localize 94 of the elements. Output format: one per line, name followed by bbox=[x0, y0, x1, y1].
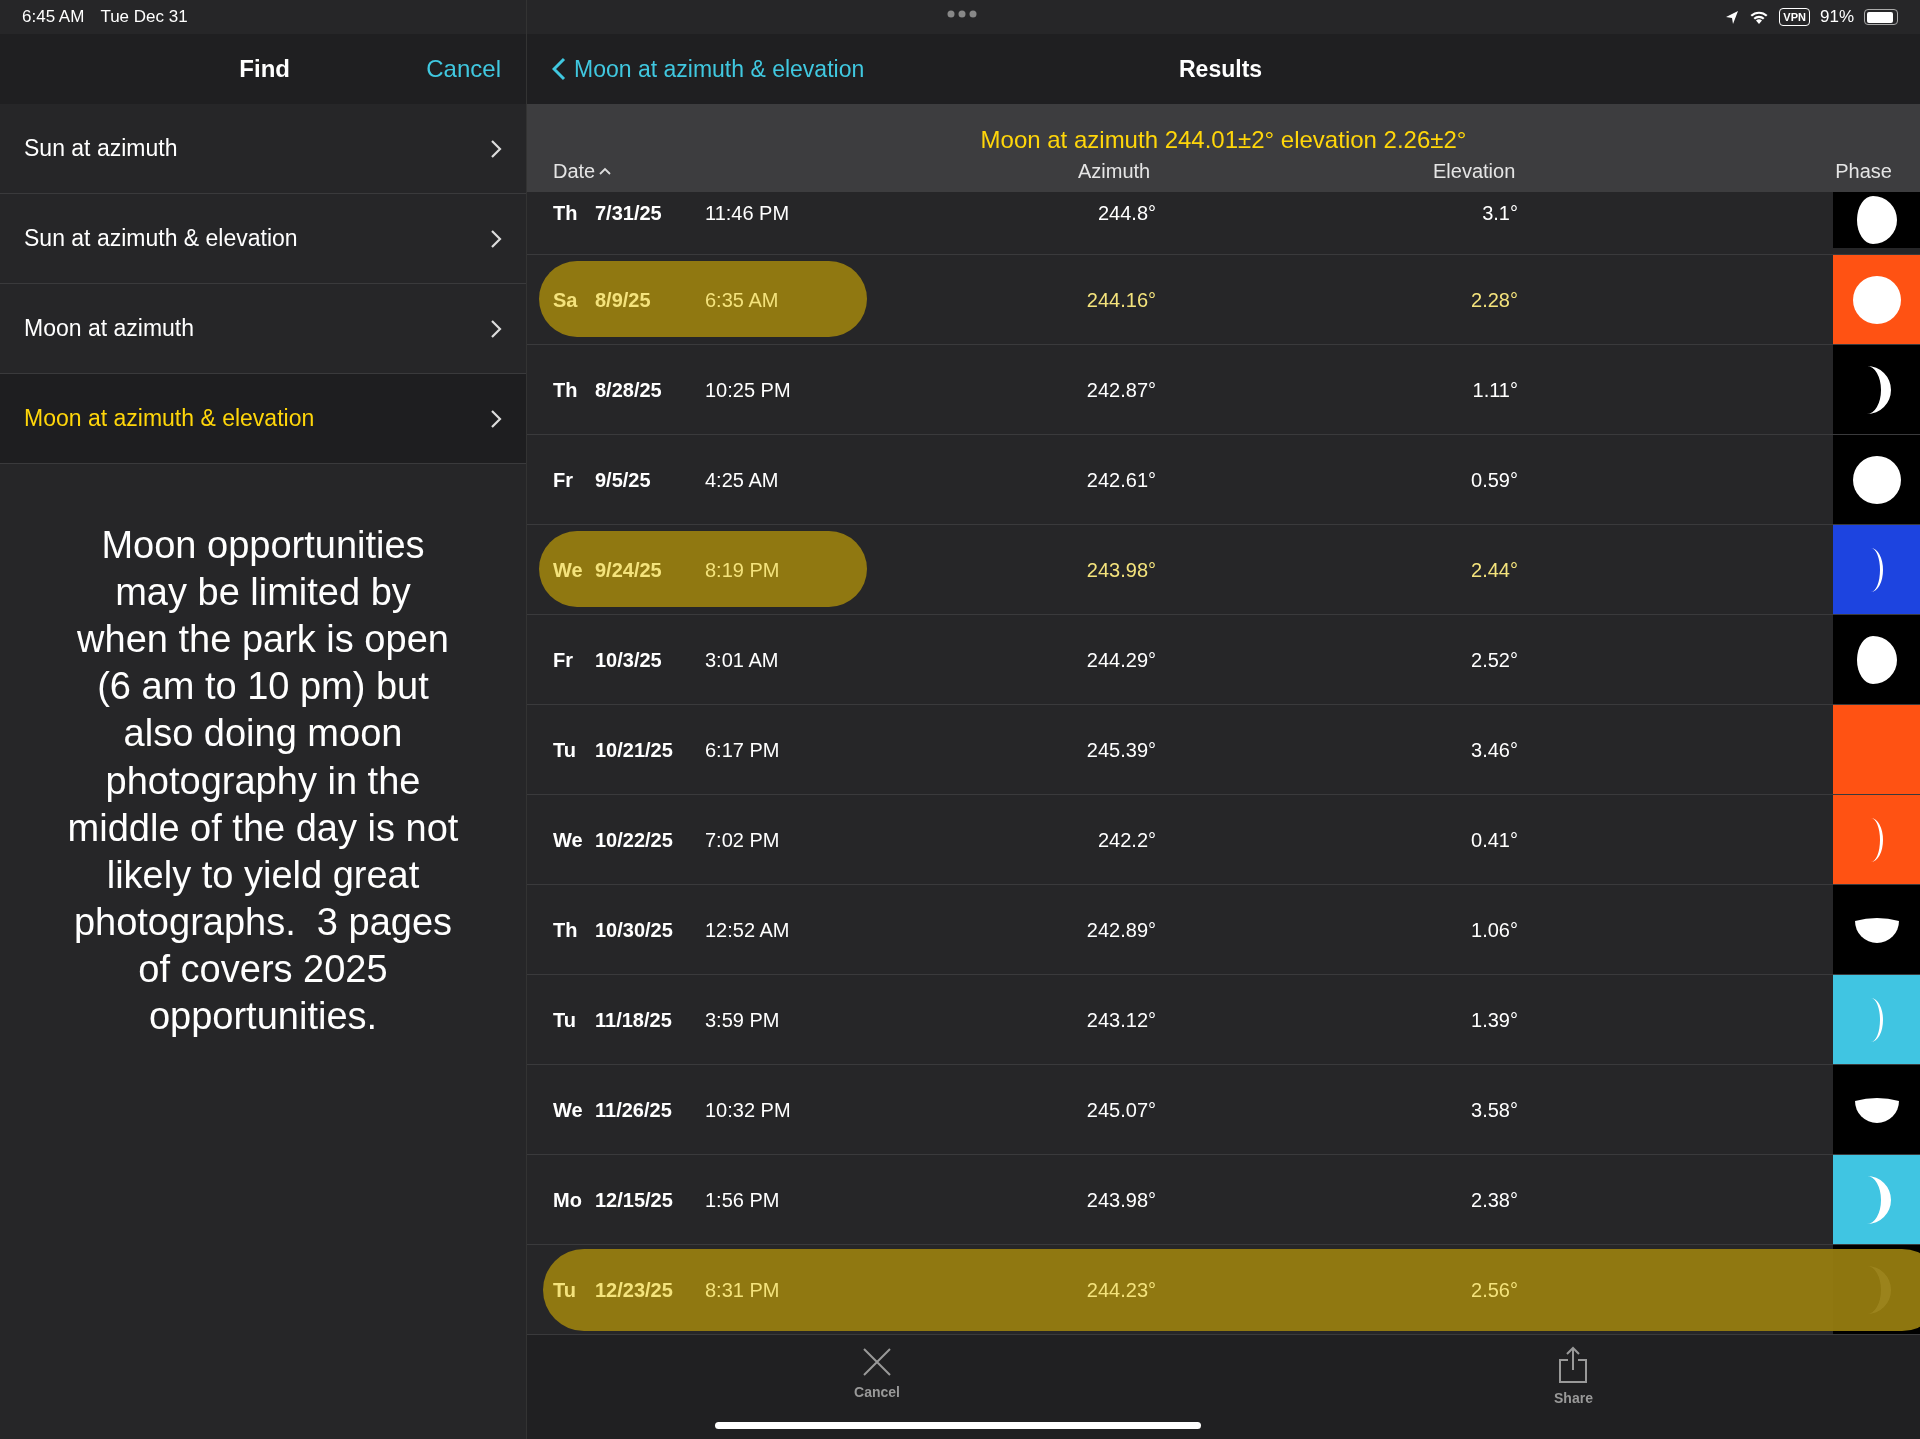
elevation-cell-text: 2.44° bbox=[1470, 557, 1518, 583]
elevation-cell-text: 3.58° bbox=[1470, 1097, 1518, 1123]
back-button[interactable]: Moon at azimuth & elevation bbox=[551, 50, 866, 88]
elevation-cell-text: 3.1° bbox=[1481, 201, 1518, 226]
share-button[interactable]: Share bbox=[1548, 1345, 1599, 1410]
azimuth-cell-text: 242.61° bbox=[1085, 467, 1156, 493]
elevation-cell-text: 0.59° bbox=[1470, 467, 1518, 493]
cancel-button[interactable]: Cancel bbox=[848, 1345, 906, 1404]
status-time: 6:45 AM bbox=[22, 6, 85, 29]
date-cell-text: 8/9/25 bbox=[595, 287, 652, 313]
azimuth-cell-text: 245.39° bbox=[1085, 737, 1156, 763]
time-cell-text: 4:25 AM bbox=[705, 467, 780, 493]
chevron-right-icon bbox=[490, 318, 502, 339]
date-cell-text: 12/15/25 bbox=[595, 1187, 674, 1213]
elevation-column-header[interactable]: Elevation bbox=[1433, 156, 1516, 186]
time-cell-text: 7:02 PM bbox=[705, 827, 781, 853]
back-chevron-icon bbox=[552, 57, 566, 81]
note-text: Moon opportunities may be limited by when the park is open (6 am to 10 pm) but also doing moon photography in the middle of the day is not likely to yield great photographs. 3 pages of covers 2025 opportunities. bbox=[66, 523, 460, 1040]
sidebar-title: Find bbox=[238, 54, 291, 84]
cancel-button[interactable]: Cancel bbox=[425, 50, 502, 88]
share-icon bbox=[1557, 1346, 1590, 1384]
azimuth-cell-text: 242.89° bbox=[1085, 917, 1156, 943]
azimuth-cell-text: 244.16° bbox=[1085, 287, 1156, 313]
date-cell-text: 9/5/25 bbox=[595, 467, 652, 493]
date-column-header[interactable]: Date bbox=[553, 156, 612, 186]
time-cell-text: 12:52 AM bbox=[705, 917, 791, 943]
azimuth-column-header[interactable]: Azimuth bbox=[1078, 156, 1151, 186]
weekday-cell-text: We bbox=[553, 1097, 584, 1123]
chevron-right-icon bbox=[490, 228, 502, 249]
weekday-cell-text: Mo bbox=[553, 1187, 583, 1213]
battery-icon bbox=[1864, 9, 1898, 25]
sort-up-icon bbox=[599, 167, 612, 175]
weekday-cell-text: Tu bbox=[553, 1277, 577, 1303]
elevation-cell-text: 2.56° bbox=[1470, 1277, 1518, 1303]
time-cell-text: 1:56 PM bbox=[705, 1187, 781, 1213]
elevation-cell-text: 1.11° bbox=[1471, 377, 1518, 403]
date-cell-text: 7/31/25 bbox=[595, 201, 663, 226]
elevation-cell-text: 0.41° bbox=[1470, 827, 1518, 853]
elevation-cell-text: 2.38° bbox=[1470, 1187, 1518, 1213]
date-cell-text: 10/3/25 bbox=[595, 647, 663, 673]
close-icon bbox=[861, 1346, 893, 1378]
weekday-cell-text: We bbox=[553, 557, 584, 583]
query-summary: Moon at azimuth 244.01±2° elevation 2.26±2° bbox=[980, 126, 1467, 153]
azimuth-cell-text: 242.87° bbox=[1085, 377, 1156, 403]
date-cell-text: 10/21/25 bbox=[595, 737, 674, 763]
time-cell-text: 3:01 AM bbox=[705, 647, 780, 673]
elevation-cell-text: 2.52° bbox=[1470, 647, 1518, 673]
weekday-cell-text: Tu bbox=[553, 737, 577, 763]
phase-column-header[interactable]: Phase bbox=[1835, 156, 1892, 186]
azimuth-cell-text: 244.29° bbox=[1085, 647, 1156, 673]
weekday-cell-text: Fr bbox=[553, 467, 574, 493]
date-cell-text: 9/24/25 bbox=[595, 557, 663, 583]
elevation-cell-text: 1.39° bbox=[1470, 1007, 1518, 1033]
chevron-right-icon bbox=[490, 408, 502, 429]
azimuth-cell-text: 243.98° bbox=[1085, 1187, 1156, 1213]
time-cell-text: 6:17 PM bbox=[705, 737, 781, 763]
weekday-cell-text: Tu bbox=[553, 1007, 577, 1033]
chevron-right-icon bbox=[490, 138, 502, 159]
date-cell-text: 11/18/25 bbox=[595, 1007, 673, 1033]
vpn-badge: VPN bbox=[1779, 7, 1810, 27]
location-arrow-icon bbox=[1725, 9, 1740, 25]
weekday-cell-text: Th bbox=[553, 917, 579, 943]
time-cell-text: 10:25 PM bbox=[705, 377, 792, 403]
azimuth-cell-text: 242.2° bbox=[1096, 827, 1156, 853]
time-cell-text: 11:46 PM bbox=[705, 201, 791, 226]
results-title: Results bbox=[1179, 54, 1263, 84]
sidebar-item[interactable]: Moon at azimuth & elevation bbox=[0, 374, 526, 464]
weekday-cell-text: Th bbox=[553, 201, 579, 226]
date-cell-text: 8/28/25 bbox=[595, 377, 663, 403]
azimuth-cell-text: 243.98° bbox=[1085, 557, 1156, 583]
time-cell-text: 10:32 PM bbox=[705, 1097, 792, 1123]
time-cell-text: 8:19 PM bbox=[705, 557, 781, 583]
elevation-cell-text: 2.28° bbox=[1470, 287, 1518, 313]
weekday-cell-text: We bbox=[553, 827, 584, 853]
azimuth-cell-text: 244.23° bbox=[1085, 1277, 1156, 1303]
time-cell-text: 6:35 AM bbox=[705, 287, 780, 313]
time-cell-text: 8:31 PM bbox=[705, 1277, 781, 1303]
weekday-cell-text: Sa bbox=[553, 287, 579, 313]
more-dots-icon[interactable] bbox=[947, 10, 977, 18]
elevation-cell-text: 3.46° bbox=[1470, 737, 1518, 763]
status-date: Tue Dec 31 bbox=[100, 6, 188, 29]
date-cell-text: 10/22/25 bbox=[595, 827, 674, 853]
azimuth-cell-text: 243.12° bbox=[1085, 1007, 1156, 1033]
azimuth-cell-text: 245.07° bbox=[1085, 1097, 1156, 1123]
elevation-cell-text: 1.06° bbox=[1470, 917, 1518, 943]
wifi-icon bbox=[1749, 9, 1770, 25]
date-cell-text: 12/23/25 bbox=[595, 1277, 674, 1303]
azimuth-cell-text: 244.8° bbox=[1096, 201, 1156, 226]
time-cell-text: 3:59 PM bbox=[705, 1007, 781, 1033]
battery-percent: 91% bbox=[1819, 6, 1854, 29]
weekday-cell-text: Fr bbox=[553, 647, 574, 673]
date-cell-text: 10/30/25 bbox=[595, 917, 674, 943]
date-cell-text: 11/26/25 bbox=[595, 1097, 673, 1123]
weekday-cell-text: Th bbox=[553, 377, 579, 403]
